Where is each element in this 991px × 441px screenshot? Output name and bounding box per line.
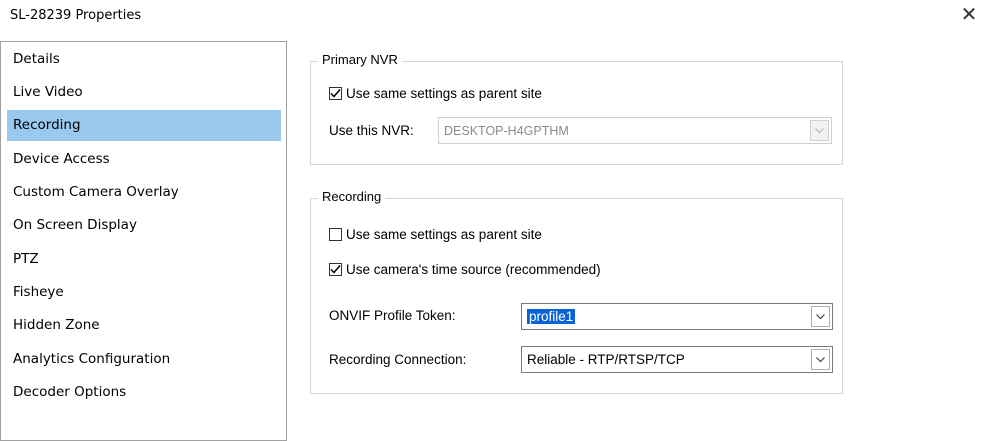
profile-token-select[interactable]: profile1	[521, 303, 833, 330]
chevron-down-icon[interactable]	[811, 349, 830, 370]
nav-item-decoder-options[interactable]: Decoder Options	[7, 377, 281, 408]
time-source-label: Use camera's time source (recommended)	[346, 262, 601, 277]
profile-token-label: ONVIF Profile Token:	[329, 308, 456, 323]
checkbox-box[interactable]	[329, 263, 342, 276]
checkbox-box[interactable]	[329, 228, 342, 241]
nav-item-ptz[interactable]: PTZ	[7, 244, 281, 275]
recording-use-parent-checkbox[interactable]: Use same settings as parent site	[329, 227, 542, 242]
nav-item-on-screen-display[interactable]: On Screen Display	[7, 210, 281, 241]
chevron-down-icon[interactable]	[810, 120, 829, 141]
close-icon[interactable]: ✕	[955, 3, 983, 27]
category-list: Details Live Video Recording Device Acce…	[0, 41, 287, 441]
recording-connection-label: Recording Connection:	[329, 352, 467, 367]
recording-use-parent-label: Use same settings as parent site	[346, 227, 542, 242]
nav-item-recording[interactable]: Recording	[7, 110, 281, 141]
nav-item-details[interactable]: Details	[7, 44, 281, 75]
nvr-select[interactable]: DESKTOP-H4GPTHM	[438, 117, 832, 144]
nvr-use-parent-label: Use same settings as parent site	[346, 86, 542, 101]
nav-item-custom-camera-overlay[interactable]: Custom Camera Overlay	[7, 177, 281, 208]
nvr-select-label: Use this NVR:	[329, 123, 414, 138]
recording-legend: Recording	[318, 189, 386, 204]
checkbox-box[interactable]	[329, 87, 342, 100]
time-source-checkbox[interactable]: Use camera's time source (recommended)	[329, 262, 601, 277]
nvr-select-value: DESKTOP-H4GPTHM	[444, 124, 569, 138]
checkmark-icon	[330, 265, 341, 274]
chevron-down-icon[interactable]	[811, 306, 830, 327]
nav-item-fisheye[interactable]: Fisheye	[7, 277, 281, 308]
checkmark-icon	[330, 89, 341, 98]
recording-connection-select[interactable]: Reliable - RTP/RTSP/TCP	[521, 346, 833, 373]
primary-nvr-legend: Primary NVR	[318, 52, 402, 67]
nav-item-device-access[interactable]: Device Access	[7, 144, 281, 175]
recording-connection-value: Reliable - RTP/RTSP/TCP	[527, 352, 685, 367]
nvr-use-parent-checkbox[interactable]: Use same settings as parent site	[329, 86, 542, 101]
profile-token-value: profile1	[527, 309, 576, 324]
nav-item-analytics-configuration[interactable]: Analytics Configuration	[7, 344, 281, 375]
primary-nvr-group	[310, 61, 843, 165]
window-title: SL-28239 Properties	[10, 8, 142, 23]
nav-item-hidden-zone[interactable]: Hidden Zone	[7, 310, 281, 341]
nav-item-live-video[interactable]: Live Video	[7, 77, 281, 108]
